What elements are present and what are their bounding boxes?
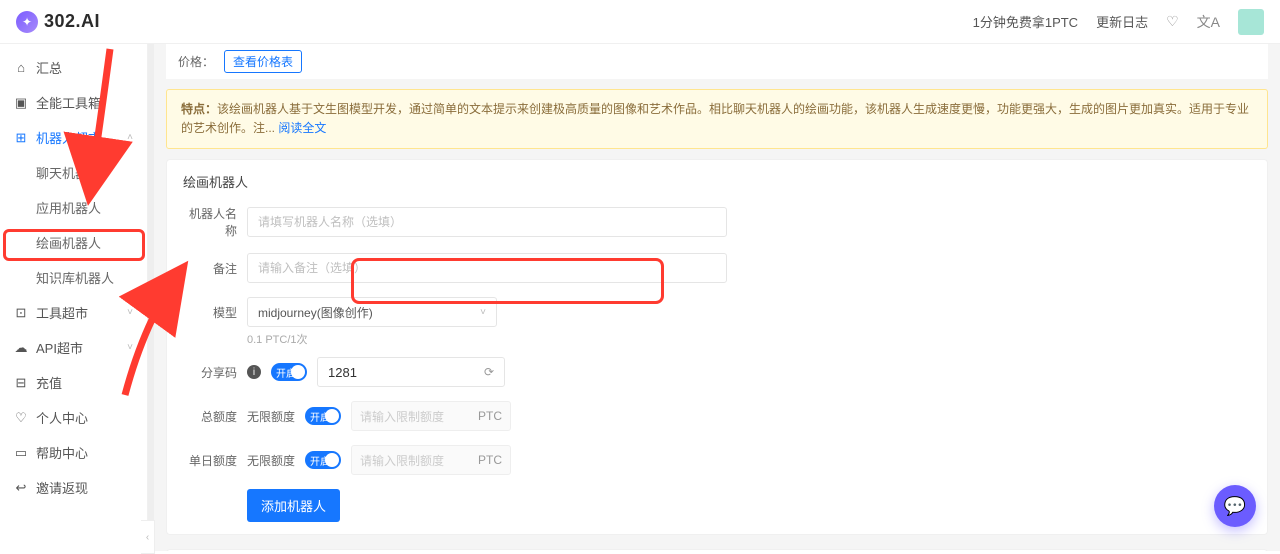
nav-label: 绘画机器人 <box>36 233 101 252</box>
nav-chat-bot[interactable]: 聊天机器人 <box>0 155 147 190</box>
chevron-down-icon: ˅ <box>480 307 486 318</box>
nav-tool-market[interactable]: ⊡ 工具超市 ˅ <box>0 295 147 330</box>
price-row: 价格： 查看价格表 <box>166 44 1268 79</box>
daily-limit-toggle[interactable]: 开启 <box>305 451 341 469</box>
sidebar: ⌂ 汇总 ▣ 全能工具箱 ⊞ 机器人超市 ˄ 聊天机器人 应用机器人 绘画机器人 知识库… <box>0 44 148 551</box>
total-limit-label: 总额度 <box>183 408 237 425</box>
model-label: 模型 <box>183 304 237 321</box>
nav-help[interactable]: ▭ 帮助中心 <box>0 435 147 470</box>
bell-icon[interactable]: ♡ <box>1166 13 1179 30</box>
info-icon[interactable]: i <box>247 365 261 379</box>
nav-referral[interactable]: ↩ 邀请返现 <box>0 470 147 505</box>
nav-label: 邀请返现 <box>36 478 88 497</box>
feature-banner: 特点：该绘画机器人基于文生图模型开发，通过简单的文本提示来创建极高质量的图像和艺… <box>166 89 1268 149</box>
model-select[interactable]: midjourney(图像创作) ˅ <box>247 297 497 327</box>
remark-input[interactable] <box>247 253 727 283</box>
header-actions: 1分钟免费拿1PTC 更新日志 ♡ 文A <box>973 9 1264 35</box>
nav-bot-market[interactable]: ⊞ 机器人超市 ˄ <box>0 120 147 155</box>
nav-label: 聊天机器人 <box>36 163 101 182</box>
book-icon: ▭ <box>14 445 28 461</box>
total-limit-input[interactable]: 请输入限制额度 PTC <box>351 401 511 431</box>
apps-icon: ⊡ <box>14 305 28 321</box>
app-header: ✦ 302.AI 1分钟免费拿1PTC 更新日志 ♡ 文A <box>0 0 1280 44</box>
view-price-button[interactable]: 查看价格表 <box>224 50 302 73</box>
refresh-icon[interactable]: ⟳ <box>484 365 494 379</box>
share-toggle[interactable]: 开启 <box>271 363 307 381</box>
wallet-icon: ⊟ <box>14 375 28 391</box>
chevron-up-icon: ˄ <box>127 132 133 143</box>
changelog-link[interactable]: 更新日志 <box>1096 12 1148 31</box>
share-label: 分享码 <box>183 364 237 381</box>
chat-icon: 💬 <box>1224 496 1246 517</box>
nolimit-label: 无限额度 <box>247 408 295 425</box>
share-icon: ↩ <box>14 480 28 496</box>
model-price-note: 0.1 PTC/1次 <box>247 331 1251 347</box>
nav-toolbox[interactable]: ▣ 全能工具箱 <box>0 85 147 120</box>
nav-label: 个人中心 <box>36 408 88 427</box>
nolimit-label: 无限额度 <box>247 452 295 469</box>
nav-paint-bot[interactable]: 绘画机器人 <box>0 225 147 260</box>
add-bot-button[interactable]: 添加机器人 <box>247 489 340 522</box>
share-code-input[interactable]: 1281 ⟳ <box>317 357 505 387</box>
user-icon: ♡ <box>14 410 28 426</box>
nav-profile[interactable]: ♡ 个人中心 <box>0 400 147 435</box>
nav-summary[interactable]: ⌂ 汇总 <box>0 50 147 85</box>
chevron-down-icon: ˅ <box>127 342 133 353</box>
nav-label: 工具超市 <box>36 303 88 322</box>
nav-label: 全能工具箱 <box>36 93 101 112</box>
logo-icon: ✦ <box>16 11 38 33</box>
grid-icon: ⊞ <box>14 130 28 146</box>
nav-label: 充值 <box>36 373 62 392</box>
read-more-link[interactable]: 阅读全文 <box>278 121 326 135</box>
nav-label: 汇总 <box>36 58 62 77</box>
nav-recharge[interactable]: ⊟ 充值 <box>0 365 147 400</box>
brand-logo[interactable]: ✦ 302.AI <box>16 11 100 33</box>
model-value: midjourney(图像创作) <box>258 304 373 321</box>
nav-kb-bot[interactable]: 知识库机器人 <box>0 260 147 295</box>
nav-label: API超市 <box>36 338 83 357</box>
total-limit-toggle[interactable]: 开启 <box>305 407 341 425</box>
daily-limit-label: 单日额度 <box>183 452 237 469</box>
nav-label: 帮助中心 <box>36 443 88 462</box>
cloud-icon: ☁ <box>14 340 28 356</box>
card-title: 绘画机器人 <box>183 172 1251 191</box>
name-label: 机器人名称 <box>183 205 237 239</box>
main-content: 价格： 查看价格表 特点：该绘画机器人基于文生图模型开发，通过简单的文本提示来创… <box>148 44 1280 551</box>
chevron-down-icon: ˅ <box>127 307 133 318</box>
nav-label: 应用机器人 <box>36 198 101 217</box>
language-icon[interactable]: 文A <box>1197 12 1220 32</box>
chat-fab[interactable]: 💬 <box>1214 485 1256 527</box>
share-code-value: 1281 <box>328 365 357 380</box>
bot-name-input[interactable] <box>247 207 727 237</box>
daily-limit-input[interactable]: 请输入限制额度 PTC <box>351 445 511 475</box>
nav-label: 机器人超市 <box>36 128 101 147</box>
remark-label: 备注 <box>183 260 237 277</box>
cube-icon: ▣ <box>14 95 28 111</box>
create-bot-card: 绘画机器人 机器人名称 备注 模型 midjourney(图像创作) ˅ 0.1… <box>166 159 1268 535</box>
banner-prefix: 特点： <box>181 102 217 116</box>
sidebar-collapse-button[interactable]: ‹ <box>141 520 155 554</box>
promo-link[interactable]: 1分钟免费拿1PTC <box>973 12 1078 31</box>
banner-text: 该绘画机器人基于文生图模型开发，通过简单的文本提示来创建极高质量的图像和艺术作品… <box>181 102 1249 135</box>
home-icon: ⌂ <box>14 60 28 75</box>
avatar[interactable] <box>1238 9 1264 35</box>
nav-api-market[interactable]: ☁ API超市 ˅ <box>0 330 147 365</box>
nav-app-bot[interactable]: 应用机器人 <box>0 190 147 225</box>
brand-name: 302.AI <box>44 11 100 32</box>
price-label: 价格： <box>178 53 214 70</box>
nav-label: 知识库机器人 <box>36 268 114 287</box>
